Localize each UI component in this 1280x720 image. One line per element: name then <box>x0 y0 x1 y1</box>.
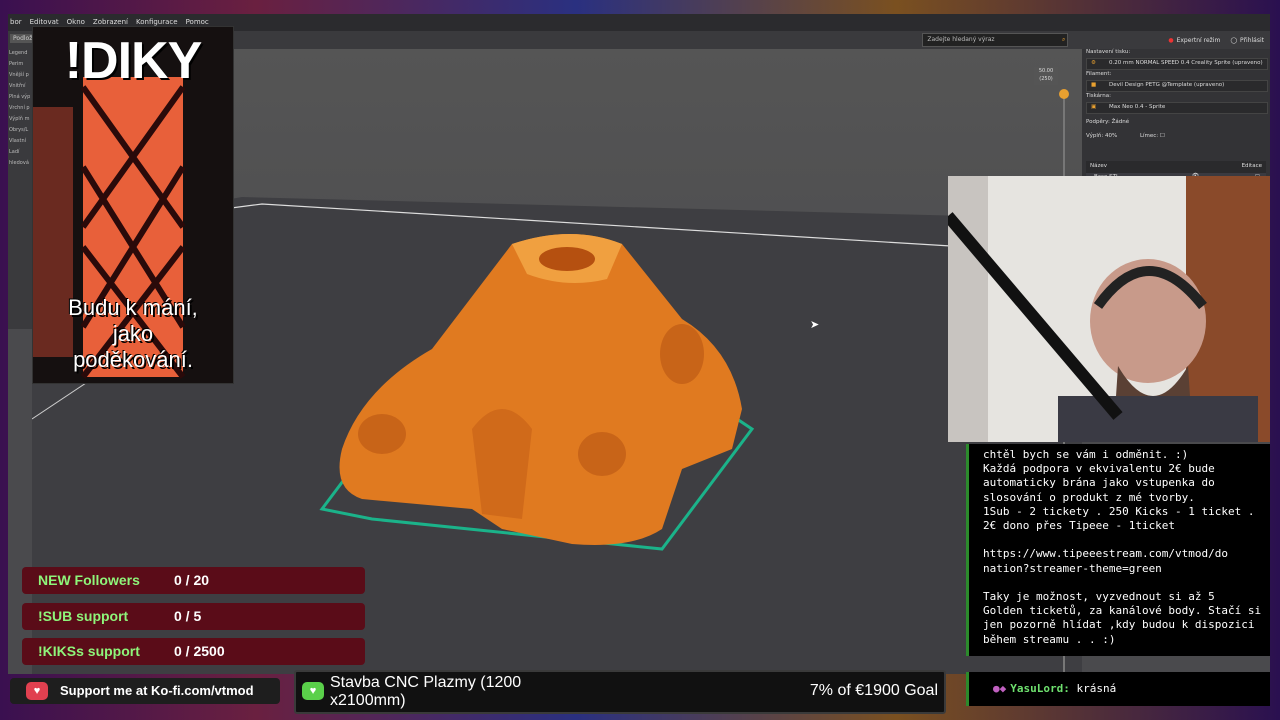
thanks-overlay: !DIKY Budu k mání, jako poděkování. <box>32 26 234 384</box>
expert-mode-toggle[interactable]: Expertní režim <box>1168 37 1221 44</box>
printer-label: Tiskárna: <box>1086 93 1111 99</box>
legend-item: Vnější p <box>9 72 29 78</box>
filament-color-icon: ■ <box>1091 82 1097 88</box>
model-hole <box>358 414 406 454</box>
thanks-line: Budu k mání, <box>68 295 198 320</box>
brim-label: Límec: <box>1139 133 1159 139</box>
brim-checkbox[interactable]: ☐ <box>1160 133 1165 139</box>
kofi-cup-icon: ♥ <box>26 682 48 700</box>
printer-value: Max Neo 0.4 - Sprite <box>1109 104 1166 110</box>
legend-item: Ladí <box>9 149 20 155</box>
supports-row: Podpěry: Žádné <box>1086 119 1129 125</box>
menu-file[interactable]: bor <box>10 14 22 31</box>
legend-item: Obrys/L <box>9 127 29 133</box>
thanks-subtitle: Budu k mání, jako poděkování. <box>33 295 233 373</box>
chat-latest-message: ●◆ YasuLord: krásná <box>966 672 1270 706</box>
gear-icon: ⚙ <box>1091 60 1096 66</box>
mouse-cursor-icon: ➤ <box>810 318 820 331</box>
print-settings-value: 0.20 mm NORMAL SPEED 0.4 Creality Sprite… <box>1109 60 1263 66</box>
col-edit: Editace <box>1241 163 1262 169</box>
toolbar-right: Zadejte hledaný výraz ⌕ Expertní režim Př… <box>922 33 1264 47</box>
supports-label: Podpěry: <box>1086 119 1110 125</box>
chat-panel: chtěl bych se vám i odměnit. :) Každá po… <box>966 444 1270 656</box>
legend-item: Vnitřní <box>9 83 26 89</box>
model-hole <box>578 432 626 476</box>
tipee-goal-bar: ♥ Stavba CNC Plazmy (1200 x2100mm) 7% of… <box>294 670 946 714</box>
legend-item: Vlastní <box>9 138 26 144</box>
settings-panel: Nastavení tisku: ⚙ 0.20 mm NORMAL SPEED 0… <box>1082 49 1270 189</box>
kofi-banner[interactable]: ♥ Support me at Ko-fi.com/vtmod <box>10 678 280 704</box>
legend-item: Plná výp <box>9 94 31 100</box>
model-hole <box>660 324 704 384</box>
legend-item: Vrchní p <box>9 105 30 111</box>
legend-item: hledová <box>9 160 29 166</box>
col-name: Název <box>1090 163 1108 169</box>
infill-value[interactable]: 40% <box>1105 133 1117 139</box>
legend-item: Perim <box>9 61 24 67</box>
goal-value: 0 / 5 <box>174 608 202 624</box>
thanks-line: jako <box>112 321 154 346</box>
print-settings-select[interactable]: ⚙ 0.20 mm NORMAL SPEED 0.4 Creality Sprit… <box>1086 58 1268 70</box>
chat-text: krásná <box>1076 682 1117 695</box>
tipee-goal-title: Stavba CNC Plazmy (1200 x2100mm) <box>330 674 522 709</box>
goal-kicks: !KIKSs support 0 / 2500 <box>22 638 365 665</box>
search-icon[interactable]: ⌕ <box>1062 34 1065 46</box>
badge-icon: ●◆ <box>993 682 1007 695</box>
printer-select[interactable]: ▣ Max Neo 0.4 - Sprite <box>1086 102 1268 114</box>
layer-slider-handle[interactable] <box>1059 89 1069 99</box>
filament-select[interactable]: ■ Devil Design PETG @Template (upraveno) <box>1086 80 1268 92</box>
tipee-heart-icon: ♥ <box>302 682 324 700</box>
goal-subs: !SUB support 0 / 5 <box>22 603 365 630</box>
printer-icon: ▣ <box>1091 104 1097 110</box>
goal-label: NEW Followers <box>38 572 140 588</box>
infill-label: Výplň: <box>1086 133 1104 139</box>
goal-label: !SUB support <box>38 608 129 624</box>
goal-followers: NEW Followers 0 / 20 <box>22 567 365 594</box>
thanks-line: poděkování. <box>73 347 193 372</box>
layer-height-value: 50.00 <box>1038 68 1054 74</box>
kofi-text: Support me at Ko-fi.com/vtmod <box>60 683 254 698</box>
legend-strip: Legend Perim Vnější p Vnitřní Plná výp V… <box>8 49 32 329</box>
goal-label: !KIKSs support <box>38 643 140 659</box>
goal-value: 0 / 20 <box>174 572 210 588</box>
chat-username[interactable]: YasuLord: <box>1010 682 1070 695</box>
model-leg <box>472 409 532 519</box>
tipee-goal-progress: 7% of €1900 Goal <box>809 682 938 699</box>
print-settings-label: Nastavení tisku: <box>1086 49 1131 55</box>
search-placeholder: Zadejte hledaný výraz <box>927 36 995 43</box>
legend-item: Výplň m <box>9 116 30 122</box>
supports-value[interactable]: Žádné <box>1112 119 1130 125</box>
model-hole <box>539 247 595 271</box>
layer-number-value: (250) <box>1039 76 1053 82</box>
infill-row: Výplň: 40% Límec: ☐ <box>1086 133 1165 139</box>
login-button[interactable]: Přihlásit <box>1230 37 1264 44</box>
filament-label: Filament: <box>1086 71 1112 77</box>
thanks-title: !DIKY <box>64 32 203 90</box>
layer-slider-label: 50.00 (250) <box>1034 67 1058 85</box>
goal-value: 0 / 2500 <box>174 643 225 659</box>
webcam-image <box>948 176 1270 442</box>
filament-value: Devil Design PETG @Template (upraveno) <box>1109 82 1225 88</box>
legend-item: Legend <box>9 50 28 56</box>
search-input[interactable]: Zadejte hledaný výraz ⌕ <box>922 33 1069 47</box>
webcam-feed <box>948 176 1270 442</box>
